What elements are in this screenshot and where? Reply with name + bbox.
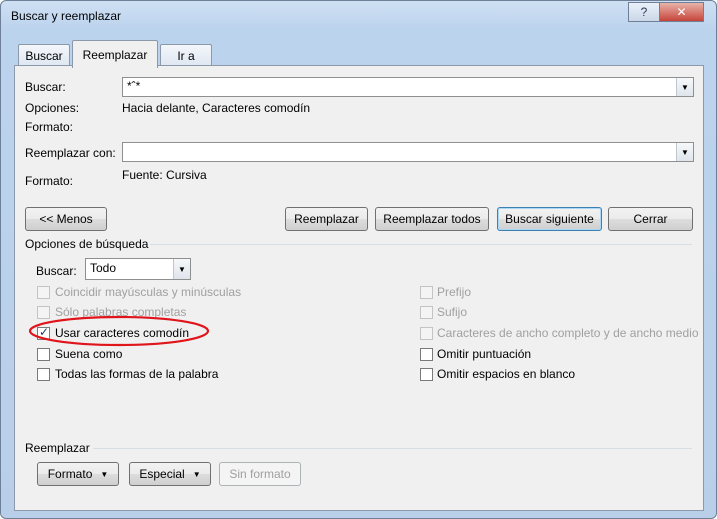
annotation-circle bbox=[28, 315, 210, 347]
match-case-checkbox[interactable] bbox=[37, 286, 50, 299]
replace-tab-panel: Buscar: *ˆ* ▼ Opciones: Hacia delante, C… bbox=[14, 65, 704, 511]
full-half-width-label: Caracteres de ancho completo y de ancho … bbox=[437, 326, 699, 340]
sounds-like-label: Suena como bbox=[55, 347, 123, 361]
dialog-window: Buscar y reemplazar ? ✕ Buscar Reemplaza… bbox=[0, 0, 717, 519]
window-title: Buscar y reemplazar bbox=[11, 9, 122, 23]
search-options-divider bbox=[150, 244, 692, 245]
help-button[interactable]: ? bbox=[628, 2, 660, 22]
find-next-button[interactable]: Buscar siguiente bbox=[497, 207, 602, 231]
tab-ir-a-label: Ir a bbox=[177, 49, 195, 63]
chevron-down-icon[interactable]: ▼ bbox=[676, 78, 693, 96]
suffix-label: Sufijo bbox=[437, 305, 468, 319]
format-dropdown-button[interactable]: Formato ▼ bbox=[37, 462, 119, 486]
close-button[interactable]: Cerrar bbox=[608, 207, 693, 231]
special-dropdown-button[interactable]: Especial ▼ bbox=[129, 462, 211, 486]
full-half-width-checkbox[interactable] bbox=[420, 327, 433, 340]
replace-format-label: Formato: bbox=[25, 174, 74, 188]
prefix-label: Prefijo bbox=[437, 285, 472, 299]
ignore-whitespace-label: Omitir espacios en blanco bbox=[437, 367, 576, 381]
prefix-checkbox[interactable] bbox=[420, 286, 433, 299]
replace-button[interactable]: Reemplazar bbox=[285, 207, 368, 231]
tab-strip: Buscar Reemplazar Ir a bbox=[14, 40, 704, 68]
search-direction-select[interactable]: Todo ▼ bbox=[85, 258, 191, 280]
options-value: Hacia delante, Caracteres comodín bbox=[122, 101, 311, 115]
chevron-down-icon[interactable]: ▼ bbox=[676, 143, 693, 161]
close-icon: ✕ bbox=[676, 5, 687, 19]
replace-input[interactable]: ▼ bbox=[122, 142, 694, 162]
no-format-button[interactable]: Sin formato bbox=[219, 462, 301, 486]
help-icon: ? bbox=[640, 5, 648, 19]
search-direction-label: Buscar: bbox=[36, 264, 77, 278]
suffix-checkbox[interactable] bbox=[420, 306, 433, 319]
match-case-label: Coincidir mayúsculas y minúsculas bbox=[55, 285, 242, 299]
tab-reemplazar-label: Reemplazar bbox=[82, 47, 148, 62]
close-window-button[interactable]: ✕ bbox=[659, 2, 704, 22]
find-label: Buscar: bbox=[25, 80, 66, 94]
ignore-punctuation-label: Omitir puntuación bbox=[437, 347, 532, 361]
replace-section-divider bbox=[93, 448, 692, 449]
ignore-whitespace-checkbox[interactable] bbox=[420, 368, 433, 381]
find-input[interactable]: *ˆ* ▼ bbox=[122, 77, 694, 97]
replace-format-value: Fuente: Cursiva bbox=[122, 168, 207, 182]
tab-buscar-label: Buscar bbox=[25, 49, 63, 63]
find-value: *ˆ* bbox=[127, 79, 141, 93]
find-format-label: Formato: bbox=[25, 120, 74, 134]
chevron-down-icon[interactable]: ▼ bbox=[173, 259, 190, 279]
all-word-forms-label: Todas las formas de la palabra bbox=[55, 367, 219, 381]
less-button[interactable]: << Menos bbox=[25, 207, 107, 231]
search-direction-value: Todo bbox=[90, 261, 117, 275]
search-options-heading: Opciones de búsqueda bbox=[25, 237, 149, 251]
ignore-punctuation-checkbox[interactable] bbox=[420, 348, 433, 361]
caret-down-icon: ▼ bbox=[100, 469, 109, 479]
tab-buscar[interactable]: Buscar bbox=[18, 44, 70, 67]
replace-with-label: Reemplazar con: bbox=[25, 146, 116, 160]
tab-reemplazar[interactable]: Reemplazar bbox=[72, 40, 158, 68]
replace-all-button[interactable]: Reemplazar todos bbox=[375, 207, 489, 231]
tab-ir-a[interactable]: Ir a bbox=[160, 44, 212, 67]
all-word-forms-checkbox[interactable] bbox=[37, 368, 50, 381]
format-button-label: Formato bbox=[47, 467, 93, 481]
replace-section-heading: Reemplazar bbox=[25, 441, 90, 455]
options-label: Opciones: bbox=[25, 101, 80, 115]
sounds-like-checkbox[interactable] bbox=[37, 348, 50, 361]
special-button-label: Especial bbox=[139, 467, 185, 481]
caret-down-icon: ▼ bbox=[192, 469, 201, 479]
